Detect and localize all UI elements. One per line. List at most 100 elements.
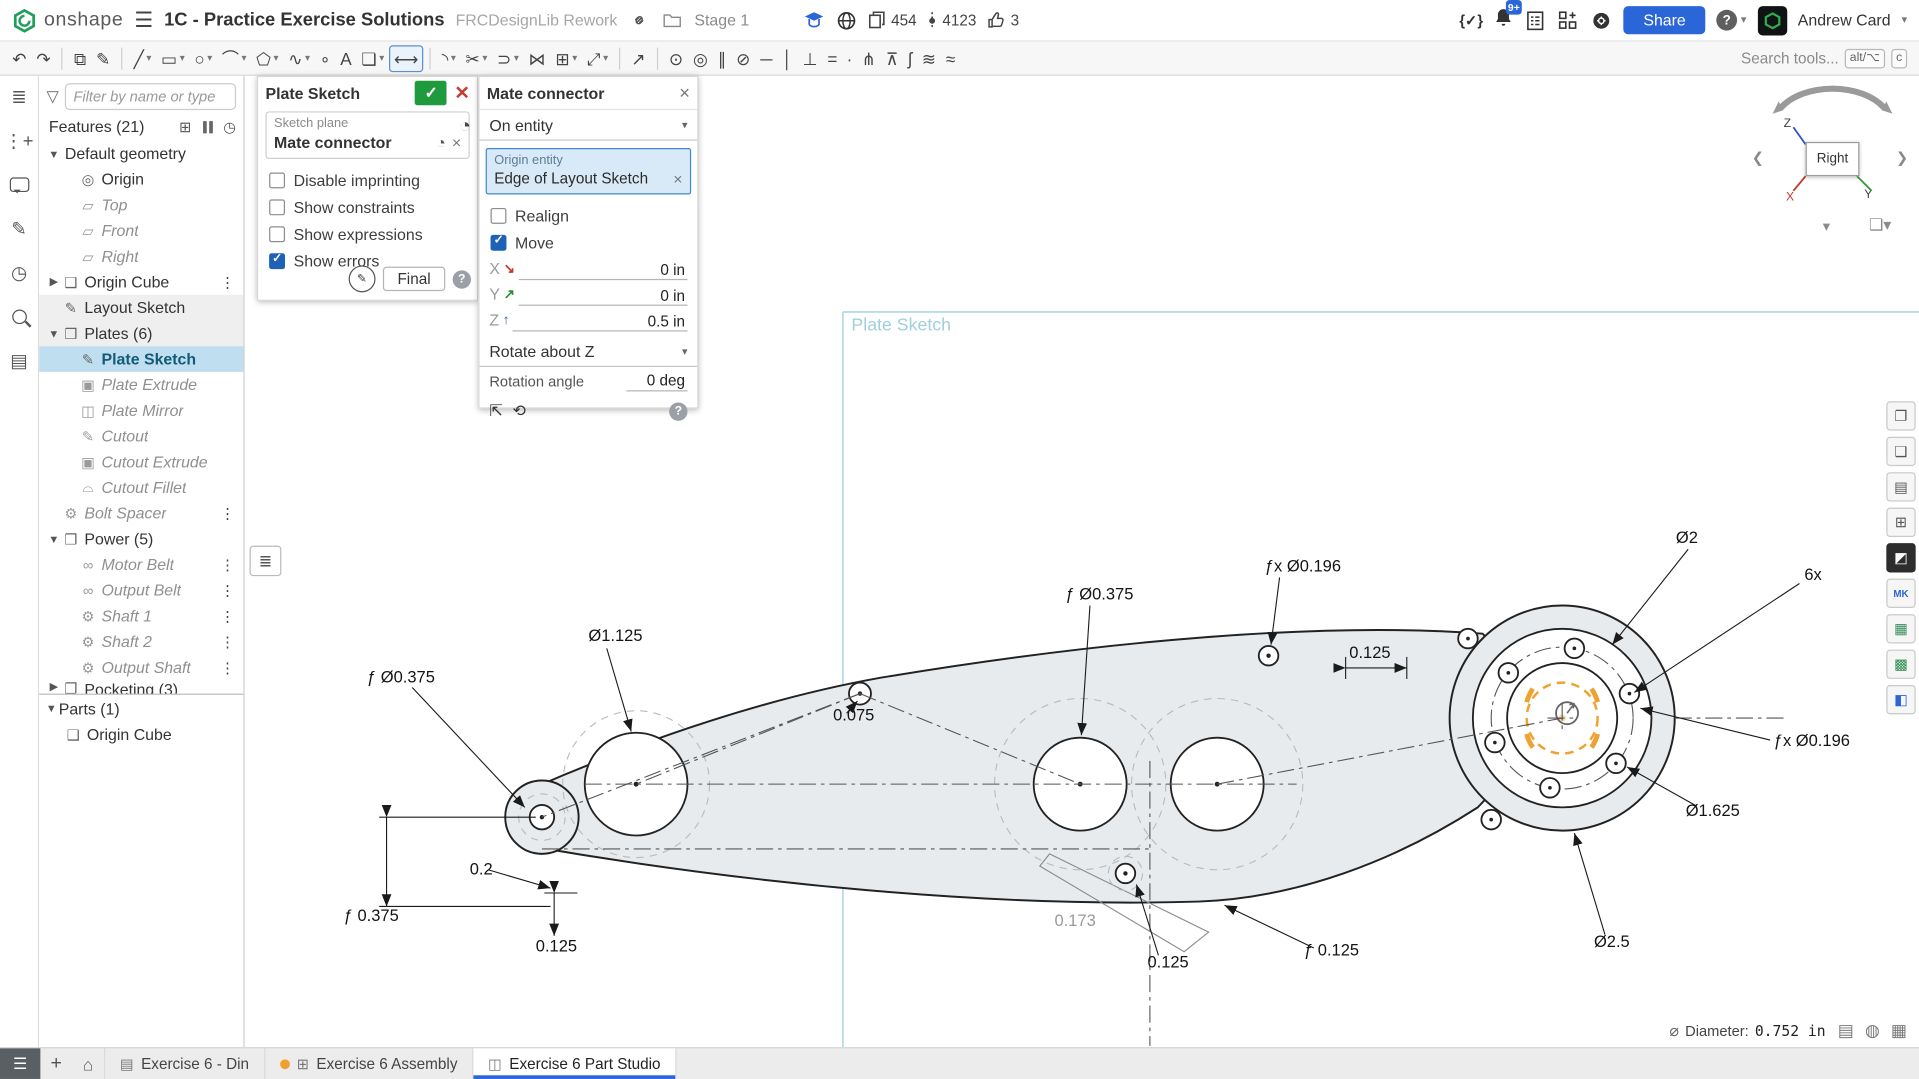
polygon-tool-button[interactable]: ⬠▾ (252, 46, 282, 70)
help-button[interactable]: ? ▾ (1716, 10, 1746, 31)
pattern-tool-button[interactable]: ⊞▾ (552, 46, 581, 70)
offset-field-x[interactable]: 0 in (519, 258, 688, 280)
dimension-label[interactable]: ƒ 0.125 (1304, 941, 1359, 959)
reorient-secondary-axis-icon[interactable]: ⟲ (512, 401, 525, 421)
dialog-help-icon[interactable]: ? (453, 270, 471, 288)
perpendicular-constraint-button[interactable]: ⊥ (799, 46, 821, 70)
confirm-button[interactable]: ✓ (415, 81, 447, 105)
mate-connector-tool-icon[interactable]: ◔ (459, 116, 471, 138)
search-tools[interactable]: Search tools... alt/⌥ c (1741, 48, 1912, 68)
notifications-button[interactable]: 9+ (1494, 7, 1514, 34)
symmetric-constraint-button[interactable]: ⋔ (858, 46, 880, 70)
add-tab-button[interactable]: + (40, 1048, 72, 1079)
feature-row-front[interactable]: ▱Front (39, 218, 243, 244)
split-view-button[interactable]: ◧ (1886, 685, 1915, 714)
feature-row-default-geometry[interactable]: ▼Default geometry (39, 141, 243, 167)
insert-reference-icon[interactable]: ⋮+ (6, 127, 33, 154)
rotation-angle-value[interactable]: 0 deg (626, 372, 687, 392)
dimension-label[interactable]: Ø2.5 (1594, 933, 1630, 951)
feature-row-origin[interactable]: ◎Origin (39, 166, 243, 192)
feature-menu-icon[interactable]: ⋮ (217, 659, 239, 676)
onshape-logo[interactable]: onshape (12, 8, 123, 32)
checkbox-checked[interactable] (269, 253, 285, 269)
feature-row-top[interactable]: ▱Top (39, 192, 243, 218)
rotate-right-chevron[interactable]: ❯ (1896, 149, 1908, 166)
dimension-label[interactable]: 0.075 (833, 707, 874, 725)
dimension-label[interactable]: 0.125 (1349, 644, 1390, 662)
final-button[interactable]: Final (383, 267, 446, 291)
feature-menu-icon[interactable]: ⋮ (217, 556, 239, 573)
circle-tool-button[interactable]: ○▾ (191, 46, 216, 70)
dimension-label[interactable]: 6x (1804, 566, 1822, 584)
feature-row-plate-extrude[interactable]: ▣Plate Extrude (39, 372, 243, 398)
tab-manager-button[interactable]: ☰ (0, 1048, 40, 1079)
offset-field-z[interactable]: 0.5 in (513, 309, 687, 331)
dimension-label[interactable]: ƒx Ø0.196 (1774, 732, 1850, 750)
insert-feature-icon[interactable]: ≣ (6, 83, 33, 110)
apps-icon[interactable] (1558, 9, 1580, 31)
named-views-button[interactable]: ▤ (1886, 472, 1915, 501)
checkbox-unchecked[interactable] (491, 207, 507, 223)
feature-row-shaft-2[interactable]: ⚙Shaft 2⋮ (39, 629, 243, 655)
checkbox-row-move[interactable]: Move (480, 229, 698, 256)
bom-icon[interactable]: ▤ (6, 347, 33, 374)
appearance-panel-button[interactable]: ❐ (1886, 401, 1915, 430)
ai-assistant-icon[interactable] (1591, 9, 1613, 31)
tab-exercise-6-assembly[interactable]: ⊞Exercise 6 Assembly (265, 1048, 473, 1079)
breadcrumb[interactable]: Stage 1 (694, 11, 749, 29)
print-icon[interactable]: ▤ (1838, 1020, 1854, 1041)
learning-center-icon[interactable] (803, 9, 825, 31)
checkbox-row-show-expressions[interactable]: Show expressions (258, 220, 477, 247)
feature-row-shaft-1[interactable]: ⚙Shaft 1⋮ (39, 603, 243, 629)
dimension-label[interactable]: 0.2 (470, 861, 493, 879)
rotate-left-chevron[interactable]: ❮ (1752, 149, 1764, 166)
feature-row-right[interactable]: ▱Right (39, 243, 243, 269)
sketch-list-button[interactable]: ≣ (250, 546, 282, 577)
feature-row-plate-sketch[interactable]: ✎Plate Sketch (39, 346, 243, 372)
rollback-history-icon[interactable]: ◷ (223, 118, 236, 135)
main-menu-icon[interactable]: ☰ (134, 8, 153, 32)
transform-tool-button[interactable]: ⤢▾ (583, 46, 611, 70)
grid-icon[interactable]: ▦ (1891, 1020, 1907, 1041)
construction-tool-button[interactable]: ❏▾ (358, 46, 388, 70)
feature-menu-icon[interactable]: ⋮ (217, 505, 239, 522)
copies-stat[interactable]: 454 (869, 11, 917, 29)
feature-row-origin-cube[interactable]: ▶❑Origin Cube⋮ (39, 269, 243, 295)
insert-folder-icon[interactable]: ⊞ (179, 118, 191, 135)
trim-tool-button[interactable]: ✂▾ (462, 46, 491, 70)
offset-tool-button[interactable]: ⊃▾ (493, 46, 522, 70)
tasks-icon[interactable] (1525, 9, 1547, 31)
rotate-down-chevron[interactable]: ▾ (1823, 218, 1830, 235)
feature-row-cutout[interactable]: ✎Cutout (39, 423, 243, 449)
concentric-constraint-button[interactable]: ◎ (689, 46, 711, 70)
dimension-label[interactable]: ƒ Ø0.375 (1065, 585, 1133, 603)
sheet-panel-button[interactable]: ▩ (1886, 650, 1915, 679)
coincident-constraint-button[interactable]: ⊙ (665, 46, 687, 70)
feature-menu-icon[interactable]: ⋮ (217, 633, 239, 650)
feature-row-bolt-spacer[interactable]: ⚙Bolt Spacer⋮ (39, 500, 243, 526)
notes-icon[interactable]: ✎ (6, 215, 33, 242)
custom-tables-button[interactable]: MK (1886, 579, 1915, 608)
checkbox-row-disable-imprinting[interactable]: Disable imprinting (258, 166, 477, 193)
view-cube-face[interactable]: Right (1806, 142, 1860, 176)
share-button[interactable]: Share (1624, 6, 1706, 34)
feature-row-plates-6-[interactable]: ▼❒Plates (6) (39, 321, 243, 347)
feature-menu-icon[interactable]: ⋮ (217, 607, 239, 624)
equal-constraint-button[interactable]: = (824, 46, 841, 70)
versions-stat[interactable]: 4123 (928, 10, 977, 30)
user-menu-chevron-icon[interactable]: ▾ (1902, 13, 1908, 26)
document-title[interactable]: 1C - Practice Exercise Solutions (164, 10, 444, 31)
public-document-icon[interactable] (836, 9, 858, 31)
likes-stat[interactable]: 3 (987, 11, 1019, 29)
home-icon[interactable]: ⌂ (72, 1048, 105, 1079)
feature-row-power-5-[interactable]: ▼❒Power (5) (39, 526, 243, 552)
dimension-label[interactable]: Ø2 (1676, 529, 1698, 547)
dimension-label[interactable]: Ø1.125 (588, 627, 642, 645)
mirror-tool-button[interactable]: ⋈ (525, 46, 549, 70)
configuration-panel-button[interactable]: ⊞ (1886, 508, 1915, 537)
feature-row-motor-belt[interactable]: ∞Motor Belt⋮ (39, 552, 243, 578)
rotate-about-select[interactable]: Rotate about Z ▾ (480, 336, 698, 367)
sketch-properties-button[interactable]: ✎ (92, 46, 114, 70)
filter-input[interactable] (65, 83, 236, 110)
comment-icon[interactable] (6, 171, 33, 198)
